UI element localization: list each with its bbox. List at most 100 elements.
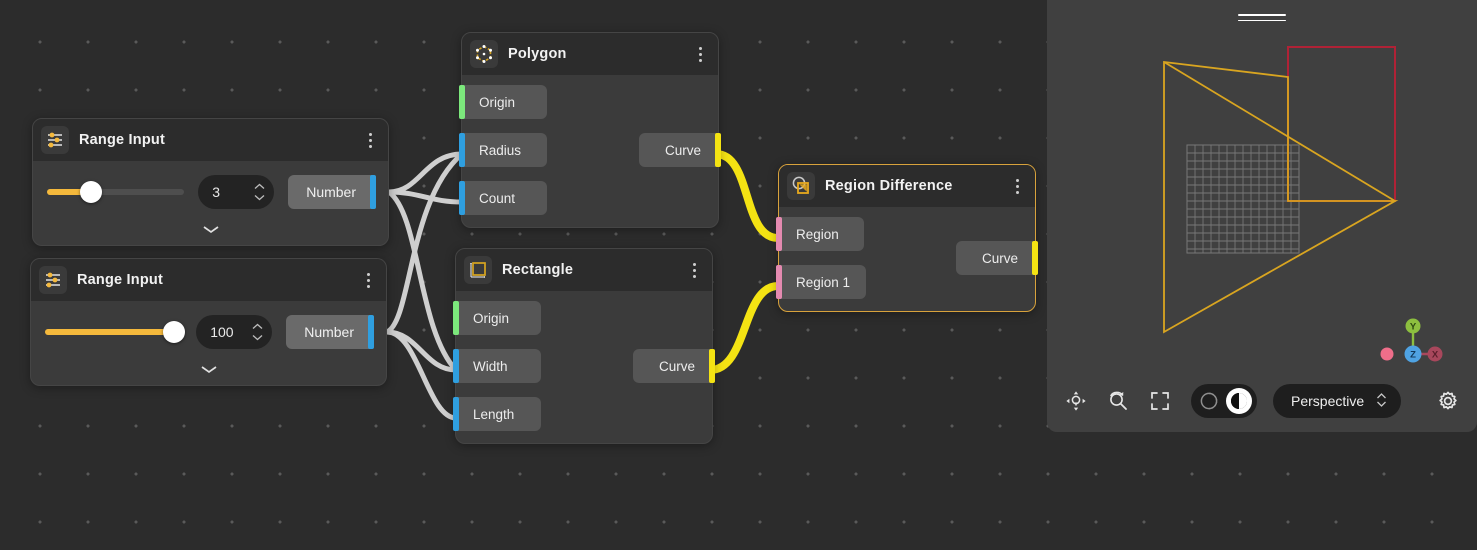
stepper-arrows[interactable] — [254, 184, 265, 201]
polygon-curve-geometry — [1164, 62, 1395, 332]
input-port-label: Length — [473, 407, 514, 422]
chevron-updown-icon[interactable] — [1376, 392, 1387, 411]
value-text: 3 — [212, 184, 220, 200]
node-header[interactable]: Range Input — [33, 119, 388, 161]
output-port-label: Number — [304, 324, 354, 340]
node-title: Range Input — [79, 132, 353, 148]
output-port-curve[interactable]: Curve — [633, 349, 713, 383]
rectangle-curve-geometry — [1288, 47, 1395, 201]
chevron-down-icon — [254, 195, 265, 201]
input-port-radius[interactable]: Radius — [461, 133, 547, 167]
chevron-down-icon — [252, 335, 263, 341]
output-port-number[interactable]: Number — [288, 175, 374, 209]
node-body: 100 Number — [31, 301, 386, 385]
shading-wireframe-icon[interactable] — [1196, 388, 1222, 414]
range-slider[interactable] — [45, 322, 182, 342]
wire-curve-1 — [716, 154, 778, 238]
node-graph-canvas[interactable]: Range Input 3 Number — [0, 0, 1477, 550]
ground-grid — [1187, 145, 1299, 253]
node-title: Range Input — [77, 272, 351, 288]
port-pin — [709, 349, 715, 383]
slider-knob[interactable] — [163, 321, 185, 343]
port-row: Count — [462, 181, 718, 215]
node-menu-button[interactable] — [693, 43, 708, 66]
port-pin — [370, 175, 376, 209]
viewport-panel[interactable]: Y X Z — [1047, 0, 1477, 432]
input-port-origin[interactable]: Origin — [455, 301, 541, 335]
range-slider[interactable] — [47, 182, 184, 202]
output-port-label: Curve — [665, 143, 701, 158]
input-port-region-1[interactable]: Region 1 — [778, 265, 866, 299]
input-port-width[interactable]: Width — [455, 349, 541, 383]
input-port-label: Origin — [473, 311, 509, 326]
port-pin — [453, 397, 459, 431]
input-port-origin[interactable]: Origin — [461, 85, 547, 119]
sliders-icon — [41, 126, 69, 154]
input-port-region[interactable]: Region — [778, 217, 864, 251]
shading-shaded-icon[interactable] — [1226, 388, 1252, 414]
wire-number-2 — [389, 192, 462, 202]
output-port-label: Curve — [659, 359, 695, 374]
chevron-up-icon — [254, 184, 265, 190]
wire-number-4 — [387, 332, 456, 418]
input-port-label: Width — [473, 359, 508, 374]
node-range-input-1[interactable]: Range Input 3 Number — [32, 118, 389, 246]
input-port-label: Region — [796, 227, 839, 242]
port-row: Radius Curve — [462, 133, 718, 167]
port-row: Width Curve — [456, 349, 712, 383]
port-pin — [368, 315, 374, 349]
output-port-number[interactable]: Number — [286, 315, 372, 349]
fit-to-frame-icon[interactable] — [1147, 388, 1173, 414]
node-body: 3 Number — [33, 161, 388, 245]
value-stepper[interactable]: 100 — [196, 315, 272, 349]
node-menu-button[interactable] — [687, 259, 702, 282]
node-title: Region Difference — [825, 178, 1000, 194]
node-region-difference[interactable]: Region Difference Region Region 1 Curve — [778, 164, 1036, 312]
input-port-label: Origin — [479, 95, 515, 110]
port-pin — [459, 133, 465, 167]
zoom-reset-icon[interactable] — [1105, 388, 1131, 414]
collapse-toggle[interactable] — [47, 219, 374, 239]
chevron-down-icon — [202, 225, 220, 234]
input-port-label: Count — [479, 191, 515, 206]
input-port-label: Radius — [479, 143, 521, 158]
port-pin — [453, 349, 459, 383]
node-rectangle[interactable]: Rectangle Origin Width Curve — [455, 248, 713, 444]
collapse-toggle[interactable] — [45, 359, 372, 379]
slider-knob[interactable] — [80, 181, 102, 203]
node-menu-button[interactable] — [363, 129, 378, 152]
output-port-curve[interactable]: Curve — [956, 241, 1036, 275]
port-pin — [776, 217, 782, 251]
node-menu-button[interactable] — [361, 269, 376, 292]
axis-negative-x-handle — [1381, 348, 1394, 361]
value-text: 100 — [210, 324, 233, 340]
stepper-arrows[interactable] — [252, 324, 263, 341]
port-pin — [459, 181, 465, 215]
input-port-length[interactable]: Length — [455, 397, 541, 431]
projection-select[interactable]: Perspective — [1273, 384, 1401, 418]
node-header[interactable]: Region Difference — [779, 165, 1035, 207]
region-difference-icon — [787, 172, 815, 200]
gear-icon[interactable] — [1435, 388, 1461, 414]
wire-number-3 — [387, 332, 456, 370]
node-polygon[interactable]: Polygon Origin Radius Curve — [461, 32, 719, 228]
node-menu-button[interactable] — [1010, 175, 1025, 198]
axis-gizmo[interactable]: Y X Z — [1373, 314, 1443, 372]
output-port-curve[interactable]: Curve — [639, 133, 719, 167]
shading-mode-group[interactable] — [1191, 384, 1257, 418]
node-title: Rectangle — [502, 262, 677, 278]
node-header[interactable]: Polygon — [462, 33, 718, 75]
input-port-count[interactable]: Count — [461, 181, 547, 215]
pan-orbit-icon[interactable] — [1063, 388, 1089, 414]
chevron-up-icon — [252, 324, 263, 330]
value-stepper[interactable]: 3 — [198, 175, 274, 209]
node-header[interactable]: Rectangle — [456, 249, 712, 291]
node-body: Region Region 1 Curve — [779, 207, 1035, 311]
wire-number-5 — [387, 154, 462, 332]
port-pin — [776, 265, 782, 299]
port-row: Origin — [462, 85, 718, 119]
node-header[interactable]: Range Input — [31, 259, 386, 301]
node-range-input-2[interactable]: Range Input 100 Number — [30, 258, 387, 386]
viewport-toolbar[interactable]: Perspective — [1047, 384, 1477, 418]
port-pin — [1032, 241, 1038, 275]
